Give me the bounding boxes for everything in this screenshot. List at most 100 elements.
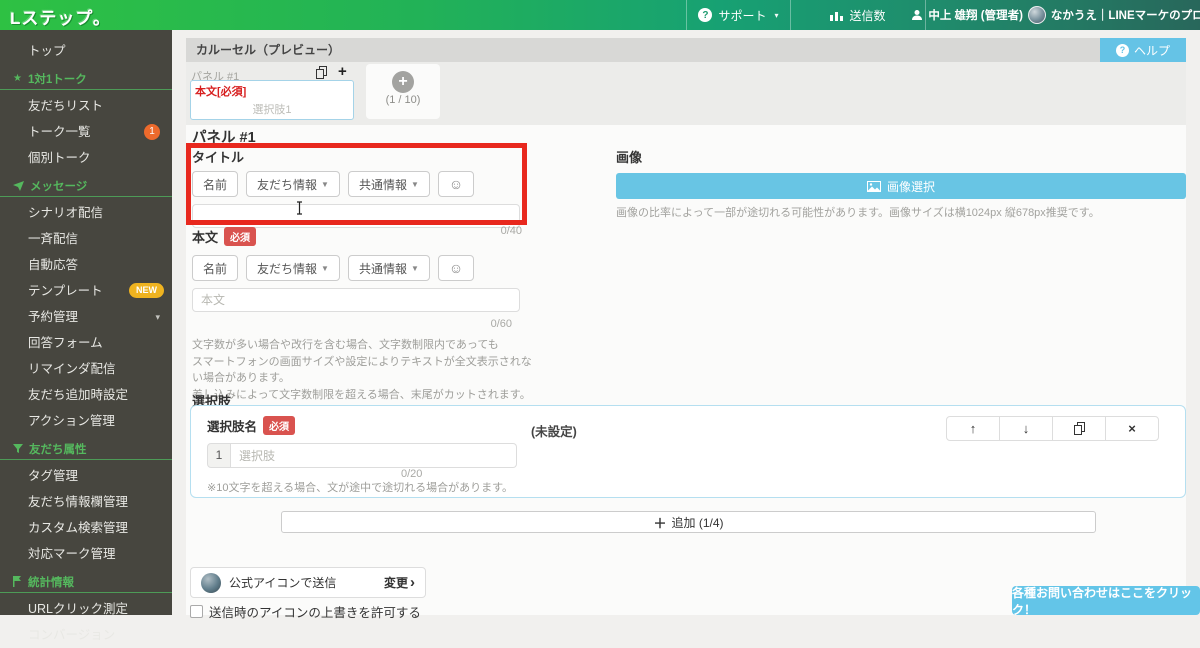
required-badge: 必須 — [263, 416, 296, 435]
sidebar-item-answer-form[interactable]: 回答フォーム — [0, 330, 172, 356]
sidebar-item-conversion[interactable]: コンバージョン — [0, 622, 172, 648]
body-label: 本文 — [192, 230, 219, 245]
sidebar-section-label: 統計情報 — [28, 576, 74, 589]
app-logo[interactable]: Lステップ。 — [10, 4, 111, 29]
body-note-line3: 差し込みによって文字数制限を超える場合、末尾がカットされます。 — [192, 388, 531, 401]
chevron-down-icon: ▾ — [155, 312, 160, 322]
sidebar-item-friend-info-management[interactable]: 友だち情報欄管理 — [0, 489, 172, 515]
paper-plane-icon — [13, 180, 24, 191]
new-badge: NEW — [129, 283, 164, 298]
body-note-line2: スマートフォンの画面サイズや設定によりテキストが全文表示されない場合があります。 — [192, 355, 532, 385]
sidebar-item-label: 一斉配信 — [28, 232, 79, 246]
sidebar-section-1to1talk[interactable]: ★ 1対1トーク — [0, 68, 172, 90]
help-button[interactable]: ? ヘルプ — [1099, 38, 1186, 62]
sidebar-item-label: 対応マーク管理 — [28, 547, 116, 561]
support-menu[interactable]: ? サポート ▾ — [686, 0, 790, 30]
official-icon-box: 公式アイコンで送信 変更 › — [190, 567, 426, 598]
title-section: タイトル 名前 友だち情報 ▼ 共通情報 ▼ ☺ — [192, 147, 524, 228]
sidebar-item-label: シナリオ配信 — [28, 206, 104, 220]
contact-button[interactable]: 各種お問い合わせはここをクリック！ — [1012, 586, 1200, 617]
change-icon-button[interactable]: 変更 › — [384, 574, 415, 591]
icon-override-checkbox[interactable] — [190, 605, 203, 618]
sidebar-item-template[interactable]: テンプレート NEW — [0, 278, 172, 304]
insert-name-button[interactable]: 名前 — [192, 255, 239, 281]
sidebar-item-url-click[interactable]: URLクリック測定 — [0, 596, 172, 622]
title-input[interactable] — [192, 204, 520, 228]
sidebar-item-action-management[interactable]: アクション管理 — [0, 408, 172, 434]
copy-choice-button[interactable] — [1052, 416, 1106, 441]
button-label: 共通情報 — [358, 261, 407, 276]
sidebar-item-scenario[interactable]: シナリオ配信 — [0, 200, 172, 226]
add-panel-icon[interactable]: + — [338, 64, 347, 79]
topbar: Lステップ。 ? サポート ▾ 送信数 中上 雄翔 (管理者) なかうえ｜LIN… — [0, 0, 1200, 30]
add-panel-card[interactable]: + (1 / 10) — [366, 64, 440, 119]
carousel-preview-strip: パネル #1 + 本文[必須] 選択肢1 + (1 / 10) — [186, 62, 1186, 125]
emoji-button[interactable]: ☺ — [437, 255, 475, 281]
sidebar-item-top[interactable]: トップ — [0, 38, 172, 64]
preview-card-required-text: 本文[必須] — [195, 86, 247, 98]
sidebar-item-custom-search[interactable]: カスタム検索管理 — [0, 515, 172, 541]
sidebar-section-friend-attributes[interactable]: 友だち属性 — [0, 438, 172, 460]
sidebar-item-individual-talk[interactable]: 個別トーク — [0, 145, 172, 171]
support-label: サポート — [718, 8, 767, 23]
common-info-dropdown[interactable]: 共通情報 ▼ — [347, 255, 430, 281]
button-label: 名前 — [203, 177, 228, 192]
arrow-up-icon: ↑ — [969, 421, 977, 436]
preview-card-panel-1[interactable]: 本文[必須] 選択肢1 — [190, 80, 354, 120]
page-title: カルーセル（プレビュー） — [196, 43, 341, 57]
sidebar-item-auto-reply[interactable]: 自動応答 — [0, 252, 172, 278]
friend-info-dropdown[interactable]: 友だち情報 ▼ — [246, 171, 340, 197]
sent-count-label: 送信数 — [849, 8, 886, 23]
add-choice-button[interactable]: ＋ 追加 (1/4) — [281, 511, 1096, 533]
question-icon: ? — [1115, 43, 1129, 57]
sidebar-item-friend-list[interactable]: 友だちリスト — [0, 93, 172, 119]
sidebar-item-talk-list[interactable]: トーク一覧 1 — [0, 119, 172, 145]
button-label: 友だち情報 — [257, 261, 318, 276]
sidebar-item-label: 友だちリスト — [28, 99, 104, 113]
flag-icon — [13, 576, 22, 587]
sidebar-item-broadcast[interactable]: 一斉配信 — [0, 226, 172, 252]
person-icon — [911, 9, 923, 21]
user-name: 中上 雄翔 (管理者) — [928, 10, 1023, 22]
plus-circle-icon: + — [392, 71, 414, 93]
copy-panel-icon[interactable] — [316, 65, 327, 79]
sidebar-item-friend-add-settings[interactable]: 友だち追加時設定 — [0, 382, 172, 408]
smiley-icon: ☺ — [448, 260, 464, 276]
insert-name-button[interactable]: 名前 — [192, 171, 239, 197]
add-choice-label: 追加 (1/4) — [671, 515, 724, 530]
emoji-button[interactable]: ☺ — [437, 171, 475, 197]
image-select-label: 画像選択 — [886, 179, 935, 194]
star-icon: ★ — [13, 73, 22, 84]
sidebar-item-label: テンプレート — [28, 284, 103, 298]
choice-name-input[interactable] — [231, 443, 517, 468]
notification-badge: 1 — [144, 124, 160, 140]
sidebar-item-reservation[interactable]: 予約管理 ▾ — [0, 304, 172, 330]
smiley-icon: ☺ — [448, 176, 464, 192]
user-menu[interactable]: 中上 雄翔 (管理者) なかうえ｜LINEマーケのプロ ▾ — [912, 0, 1200, 30]
sidebar-item-label: URLクリック測定 — [28, 602, 129, 616]
move-up-button[interactable]: ↑ — [946, 416, 1000, 441]
button-label: 名前 — [203, 261, 228, 276]
button-label: 共通情報 — [358, 177, 407, 192]
friend-info-dropdown[interactable]: 友だち情報 ▼ — [246, 255, 340, 281]
image-select-button[interactable]: 画像選択 — [616, 173, 1186, 199]
sidebar-item-label: 友だち情報欄管理 — [28, 495, 129, 509]
common-info-dropdown[interactable]: 共通情報 ▼ — [347, 171, 430, 197]
sent-count-menu[interactable]: 送信数 — [790, 0, 925, 30]
move-down-button[interactable]: ↓ — [999, 416, 1053, 441]
delete-choice-button[interactable]: × — [1105, 416, 1159, 441]
change-label: 変更 — [383, 576, 408, 590]
sidebar-section-statistics[interactable]: 統計情報 — [0, 571, 172, 593]
image-label: 画像 — [616, 150, 643, 165]
image-note: 画像の比率によって一部が途切れる可能性があります。画像サイズは横1024px 縦… — [616, 207, 1100, 219]
sidebar-item-reminder[interactable]: リマインダ配信 — [0, 356, 172, 382]
sidebar: トップ ★ 1対1トーク 友だちリスト トーク一覧 1 個別トーク メッセージ … — [0, 30, 172, 642]
image-icon — [866, 180, 881, 192]
body-input[interactable] — [192, 288, 520, 312]
chevron-down-icon: ▼ — [321, 263, 329, 273]
sidebar-section-message[interactable]: メッセージ — [0, 175, 172, 197]
sidebar-item-tag-management[interactable]: タグ管理 — [0, 463, 172, 489]
sidebar-item-support-mark[interactable]: 対応マーク管理 — [0, 541, 172, 567]
chevron-down-icon: ▼ — [410, 179, 419, 189]
choice-unset-label: (未設定) — [531, 425, 577, 439]
